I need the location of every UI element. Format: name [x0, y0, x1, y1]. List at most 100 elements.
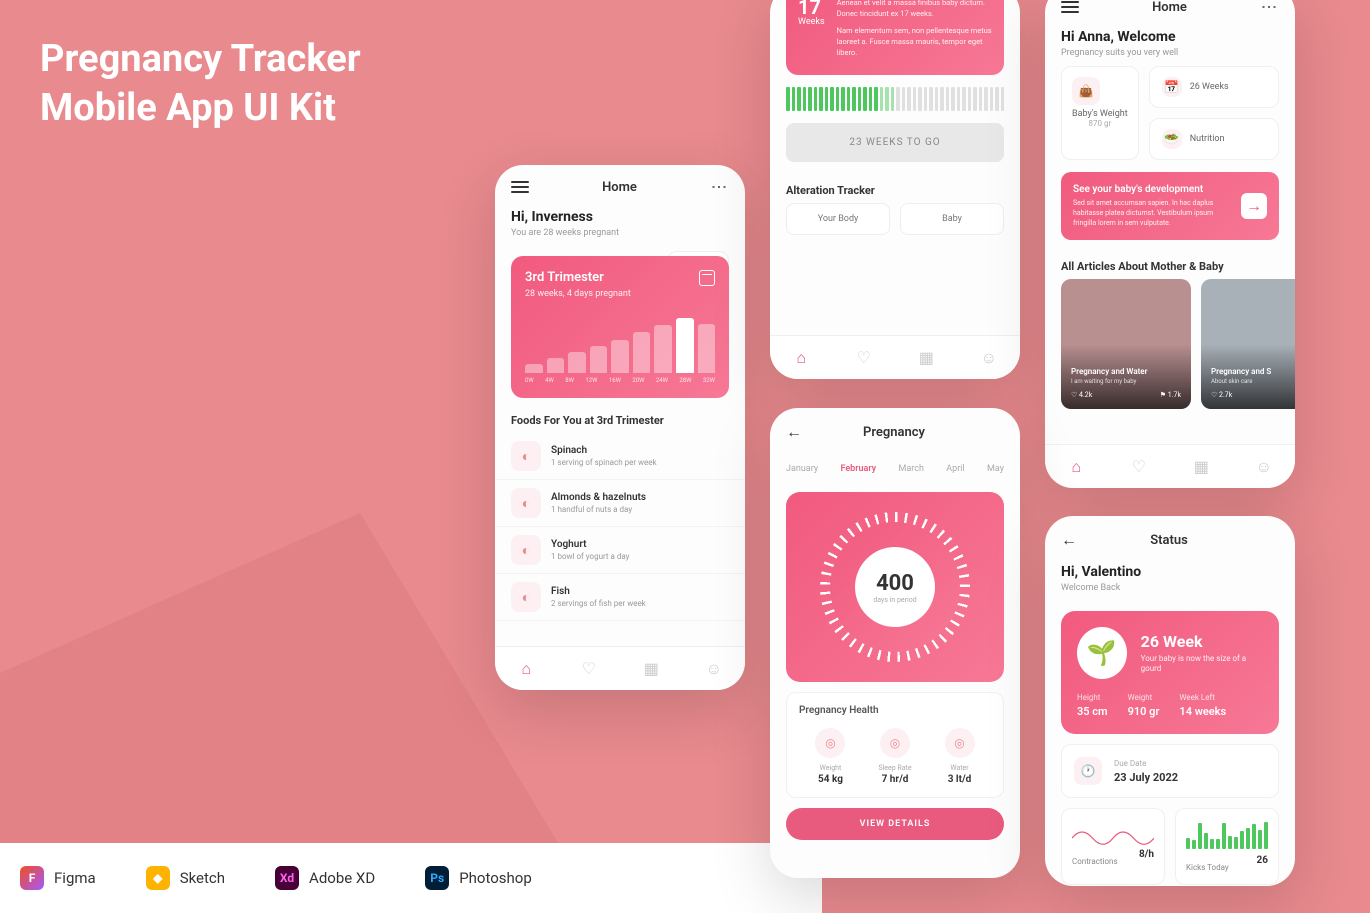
- fetus-icon: 🌱: [1077, 627, 1127, 679]
- user-icon[interactable]: ☺: [1255, 458, 1273, 476]
- month-tab[interactable]: April: [946, 464, 964, 474]
- user-icon[interactable]: ☺: [705, 660, 723, 678]
- back-icon[interactable]: ←: [786, 422, 802, 442]
- calendar-icon: [699, 270, 715, 286]
- stat-nutrition[interactable]: 🥗Nutrition: [1149, 118, 1279, 160]
- stat-weeks[interactable]: 📅26 Weeks: [1149, 66, 1279, 108]
- articles-title: All Articles About Mother & Baby: [1045, 254, 1295, 279]
- greeting-sub: You are 28 weeks pregnant: [511, 228, 729, 238]
- bottom-nav: ⌂ ♡ ▦ ☺: [495, 646, 745, 690]
- weeks-progress-ticks: [770, 87, 1020, 111]
- calendar-icon: 📅: [1162, 77, 1182, 97]
- health-item: ◎Sleep Rate7 hr/d: [878, 728, 911, 785]
- health-icon: ◎: [880, 728, 910, 758]
- food-icon: ◐: [511, 441, 541, 471]
- phone-home-inverness: Home ⋮ Hi, Inverness You are 28 weeks pr…: [495, 165, 745, 690]
- home-icon[interactable]: ⌂: [1067, 458, 1085, 476]
- phone-status: ← Status Hi, Valentino Welcome Back 🌱 26…: [1045, 516, 1295, 886]
- greeting-title: Hi, Inverness: [511, 209, 729, 225]
- grid-icon[interactable]: ▦: [642, 660, 660, 678]
- heart-icon: ♡ 2.7k: [1211, 391, 1232, 399]
- menu-icon[interactable]: [1061, 1, 1079, 13]
- grid-icon[interactable]: ▦: [1192, 458, 1210, 476]
- heart-icon: ♡ 4.2k: [1071, 391, 1092, 399]
- user-icon[interactable]: ☺: [980, 349, 998, 367]
- greeting-sub: Welcome Back: [1061, 583, 1279, 593]
- figma-icon: F: [20, 866, 44, 890]
- health-item: ◎Weight54 kg: [815, 728, 845, 785]
- month-tab[interactable]: January: [786, 464, 818, 474]
- grid-icon[interactable]: ▦: [917, 349, 935, 367]
- xd-icon: Xd: [275, 866, 299, 890]
- food-item[interactable]: ◐Fish2 servings of fish per week: [495, 574, 745, 621]
- stat-baby-weight[interactable]: 👜 Baby's Weight 870 gr: [1061, 66, 1139, 160]
- month-tab[interactable]: March: [899, 464, 924, 474]
- health-icon: ◎: [945, 728, 975, 758]
- home-icon[interactable]: ⌂: [517, 660, 535, 678]
- kicks-card[interactable]: Kicks Today26: [1175, 808, 1279, 885]
- health-card: Pregnancy Health ◎Weight54 kg◎Sleep Rate…: [786, 692, 1004, 798]
- phone-home-anna: Home ⋮ Hi Anna, Welcome Pregnancy suits …: [1045, 0, 1295, 488]
- greeting-title: Hi, Valentino: [1061, 564, 1279, 580]
- food-icon: ◐: [511, 582, 541, 612]
- week-stat: Week Left14 weeks: [1179, 693, 1226, 718]
- tool-figma: FFigma: [20, 866, 96, 890]
- bookmark-icon: ⚑ 1.7k: [1160, 391, 1181, 399]
- health-icon: ◎: [815, 728, 845, 758]
- development-card[interactable]: See your baby's developmentSed sit amet …: [1061, 172, 1279, 240]
- week-status-card: 🌱 26 WeekYour baby is now the size of a …: [1061, 611, 1279, 734]
- phone-week17: 17Weeks Aenean et velit a massa finibus …: [770, 0, 1020, 379]
- arrow-right-icon[interactable]: →: [1241, 193, 1267, 219]
- page-title: Home: [1152, 0, 1187, 15]
- due-date-card: 🕐 Due Date23 July 2022: [1061, 744, 1279, 798]
- week-card: 17Weeks Aenean et velit a massa finibus …: [786, 0, 1004, 75]
- bottom-nav: ⌂ ♡ ▦ ☺: [1045, 444, 1295, 488]
- weeks-bar-chart: [525, 313, 715, 373]
- tool-xd: XdAdobe XD: [275, 866, 375, 890]
- month-tabs: January February March April May: [770, 456, 1020, 482]
- page-title: Pregnancy: [863, 425, 925, 440]
- home-icon[interactable]: ⌂: [792, 349, 810, 367]
- view-details-button[interactable]: VIEW DETAILS: [786, 808, 1004, 840]
- tool-ps: PsPhotoshop: [425, 866, 532, 890]
- month-tab[interactable]: February: [840, 464, 876, 474]
- contractions-card[interactable]: Contractions8/h: [1061, 808, 1165, 885]
- page-title: Home: [602, 180, 637, 195]
- more-icon[interactable]: ⋮: [710, 179, 729, 195]
- more-icon[interactable]: ⋮: [1260, 0, 1279, 15]
- article-card[interactable]: Pregnancy and S About skin care ♡ 2.7k: [1201, 279, 1295, 409]
- food-item[interactable]: ◐Almonds & hazelnuts1 handful of nuts a …: [495, 480, 745, 527]
- tool-sketch: ◆Sketch: [146, 866, 225, 890]
- week-stat: Weight910 gr: [1128, 693, 1160, 718]
- tools-bar: FFigma ◆Sketch XdAdobe XD PsPhotoshop: [0, 843, 822, 913]
- nutrition-icon: 🥗: [1162, 129, 1182, 149]
- marketing-title: Pregnancy Tracker Mobile App UI Kit: [40, 35, 361, 134]
- heart-icon[interactable]: ♡: [1130, 458, 1148, 476]
- tab-baby[interactable]: Baby: [900, 203, 1004, 235]
- phone-pregnancy: ← Pregnancy January February March April May…: [770, 408, 1020, 878]
- food-item[interactable]: ◐Spinach1 serving of spinach per week: [495, 433, 745, 480]
- bar-labels: 0W4W8W 12W16W20W 24W28W32W: [525, 377, 715, 384]
- weeks-to-go: 23 WEEKS TO GO: [786, 123, 1004, 162]
- alteration-title: Alteration Tracker: [770, 178, 1020, 203]
- month-tab[interactable]: May: [987, 464, 1004, 474]
- food-item[interactable]: ◐Yoghurt1 bowl of yogurt a day: [495, 527, 745, 574]
- tab-your-body[interactable]: Your Body: [786, 203, 890, 235]
- page-title: Status: [1150, 533, 1188, 548]
- article-card[interactable]: Pregnancy and Water I am waiting for my …: [1061, 279, 1191, 409]
- food-icon: ◐: [511, 535, 541, 565]
- clock-icon: 🕐: [1074, 757, 1102, 785]
- heart-icon[interactable]: ♡: [855, 349, 873, 367]
- trimester-card[interactable]: 3rd Trimester 28 weeks, 4 days pregnant …: [511, 256, 729, 398]
- menu-icon[interactable]: [511, 181, 529, 193]
- foods-title: Foods For You at 3rd Trimester: [495, 408, 745, 433]
- kicks-chart: [1186, 819, 1268, 849]
- sketch-icon: ◆: [146, 866, 170, 890]
- food-icon: ◐: [511, 488, 541, 518]
- week-stat: Height35 cm: [1077, 693, 1108, 718]
- heart-icon[interactable]: ♡: [580, 660, 598, 678]
- contractions-chart: [1072, 819, 1154, 849]
- back-icon[interactable]: ←: [1061, 530, 1077, 550]
- health-item: ◎Water3 lt/d: [945, 728, 975, 785]
- bag-icon: 👜: [1072, 77, 1100, 105]
